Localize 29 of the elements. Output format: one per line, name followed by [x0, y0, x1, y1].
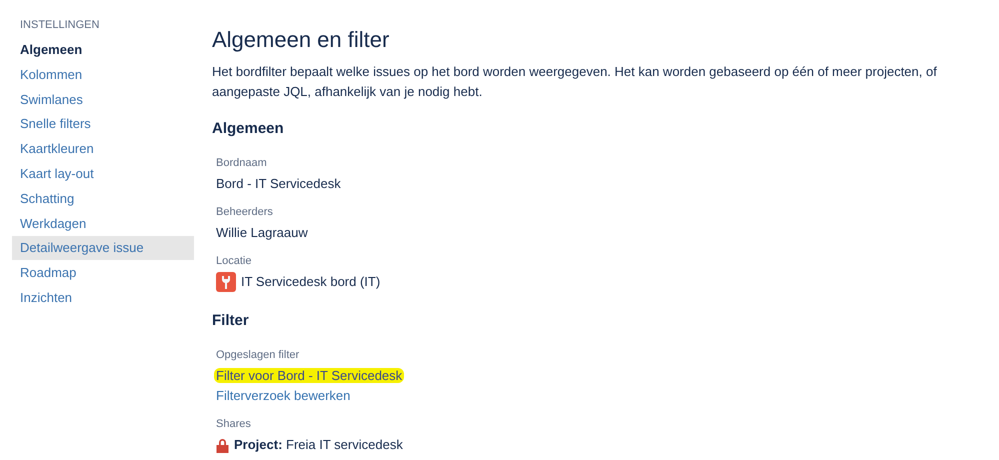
field-label: Bordnaam — [216, 156, 268, 171]
field-label: Shares — [216, 417, 252, 432]
sidebar-item[interactable]: Kolommen — [12, 62, 194, 87]
sidebar-heading: INSTELLINGEN — [19, 18, 100, 33]
filter-link[interactable]: Filter voor Bord - IT Servicedesk — [214, 368, 404, 383]
section-heading: Algemeen — [212, 119, 285, 139]
sidebar-item[interactable]: Roadmap — [12, 261, 194, 286]
sidebar-item[interactable]: Snelle filters — [12, 112, 194, 136]
project-link[interactable]: IT Servicedesk bord (IT) — [241, 272, 380, 292]
wrench-icon — [216, 272, 236, 292]
field-value: Bord - IT Servicedesk — [216, 175, 342, 193]
sidebar-item[interactable]: Detailweergave issue — [12, 236, 194, 260]
sidebar-item[interactable]: Swimlanes — [12, 88, 194, 112]
filter-link[interactable]: Filterverzoek bewerken — [216, 388, 350, 403]
field-label: Locatie — [216, 254, 252, 269]
lock-icon — [216, 438, 229, 452]
section-heading: Filter — [212, 311, 250, 331]
field-label: Opgeslagen filter — [216, 348, 300, 363]
page-description: Het bordfilter bepaalt welke issues op het bord worden weergegeven. Het kan worden gebaseerd op één of meer projecten, of aangepaste JQL, afhankelijk van je nodig hebt. — [212, 63, 938, 101]
sidebar-item[interactable]: Kaart lay-out — [12, 162, 194, 186]
sidebar-item[interactable]: Schatting — [12, 186, 194, 211]
sidebar-item[interactable]: Algemeen — [12, 38, 194, 62]
sidebar-item[interactable]: Kaartkleuren — [12, 137, 194, 162]
field-value: Willie Lagraauw — [216, 224, 309, 242]
sidebar-item[interactable]: Inzichten — [12, 286, 194, 310]
share-text: Project: Freia IT servicedesk — [234, 436, 403, 454]
field-label: Beheerders — [216, 205, 274, 220]
sidebar-item[interactable]: Werkdagen — [12, 212, 194, 236]
page-title: Algemeen en filter — [212, 26, 390, 54]
